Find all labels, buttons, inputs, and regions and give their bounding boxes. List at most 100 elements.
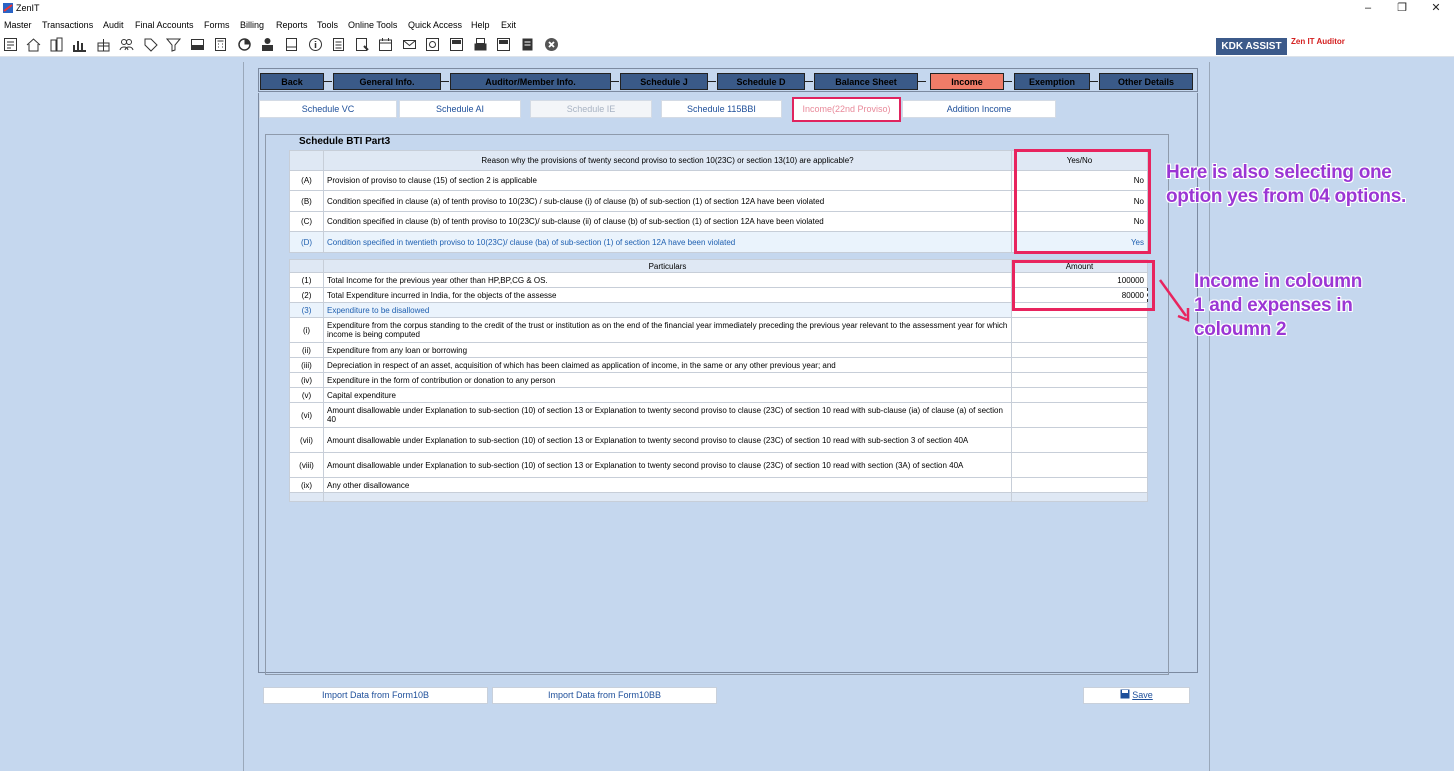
tag-icon[interactable]: [143, 37, 158, 52]
pie-icon[interactable]: [237, 37, 252, 52]
header-cell: [289, 259, 324, 273]
table-row: (ii) Expenditure from any loan or borrow…: [289, 342, 1148, 358]
import-form10bb-button[interactable]: Import Data from Form10BB: [492, 687, 717, 704]
gift-icon[interactable]: [96, 37, 111, 52]
footer-cell: [289, 492, 324, 502]
row-number: (C): [289, 211, 324, 232]
3cd-icon[interactable]: [496, 37, 511, 52]
calculator-icon[interactable]: [213, 37, 228, 52]
tab-separator: [1004, 81, 1012, 82]
ledger-icon[interactable]: [331, 37, 346, 52]
tab-balance-sheet[interactable]: Balance Sheet: [814, 73, 918, 90]
table-footer-row: [289, 492, 1148, 502]
row-text: Any other disallowance: [323, 477, 1012, 493]
row-text: Depreciation in respect of an asset, acq…: [323, 357, 1012, 373]
menu-quick-access[interactable]: Quick Access: [408, 20, 462, 30]
amount-input[interactable]: [1011, 387, 1148, 403]
subtab-schedule-vc[interactable]: Schedule VC: [259, 100, 397, 118]
tab-back[interactable]: Back: [260, 73, 324, 90]
home-icon[interactable]: [26, 37, 41, 52]
menu-master[interactable]: Master: [4, 20, 32, 30]
calendar-icon[interactable]: [378, 37, 393, 52]
menu-online-tools[interactable]: Online Tools: [348, 20, 397, 30]
menu-reports[interactable]: Reports: [276, 20, 308, 30]
reasons-header: Reason why the provisions of twenty seco…: [323, 150, 1012, 171]
menu-help[interactable]: Help: [471, 20, 490, 30]
close-button[interactable]: ✕: [1425, 1, 1447, 15]
menu-forms[interactable]: Forms: [204, 20, 230, 30]
tab-income[interactable]: Income: [930, 73, 1004, 90]
amount-input[interactable]: [1011, 452, 1148, 478]
row-number: (B): [289, 190, 324, 212]
row-number: (vii): [289, 427, 324, 453]
bar-chart-icon[interactable]: [72, 37, 87, 52]
row-number: (iv): [289, 372, 324, 388]
tab-general-info[interactable]: General Info.: [333, 73, 441, 90]
amount-input[interactable]: [1011, 317, 1148, 343]
row-text: Capital expenditure: [323, 387, 1012, 403]
receipt-icon[interactable]: [3, 37, 18, 52]
users-icon[interactable]: [119, 37, 134, 52]
menu-final-accounts[interactable]: Final Accounts: [135, 20, 194, 30]
save-button[interactable]: Save: [1083, 687, 1190, 704]
row-number: (2): [289, 287, 324, 303]
subtab-schedule-115bbi[interactable]: Schedule 115BBI: [661, 100, 782, 118]
close-circle-icon[interactable]: [544, 37, 559, 52]
refresh-icon[interactable]: [425, 37, 440, 52]
amount-input[interactable]: [1011, 477, 1148, 493]
annotation-arrow-icon: [1158, 279, 1190, 322]
tab-auditor-member-info[interactable]: Auditor/Member Info.: [450, 73, 611, 90]
table-row: (iii) Depreciation in respect of an asse…: [289, 357, 1148, 373]
subtab-income-22nd-proviso[interactable]: Income(22nd Proviso): [792, 97, 901, 122]
bs-icon[interactable]: [449, 37, 464, 52]
amount-input[interactable]: [1011, 342, 1148, 358]
footer-cell: [1011, 492, 1148, 502]
chart-doc-icon[interactable]: [355, 37, 370, 52]
menu-tools[interactable]: Tools: [317, 20, 338, 30]
menu-transactions[interactable]: Transactions: [42, 20, 93, 30]
filter-icon[interactable]: [166, 37, 181, 52]
import-form10b-button[interactable]: Import Data from Form10B: [263, 687, 488, 704]
menu-audit[interactable]: Audit: [103, 20, 124, 30]
subtab-addition-income[interactable]: Addition Income: [902, 100, 1056, 118]
income-annotation: Income in coloumn 1 and expenses in colo…: [1194, 271, 1363, 340]
kdk-assist-button[interactable]: KDK ASSIST: [1216, 38, 1287, 55]
menu-billing[interactable]: Billing: [240, 20, 264, 30]
tab-schedule-j[interactable]: Schedule J: [620, 73, 708, 90]
amount-input[interactable]: [1011, 372, 1148, 388]
minimize-button[interactable]: –: [1357, 1, 1379, 15]
amount-input[interactable]: [1011, 357, 1148, 373]
user-rupee-icon[interactable]: [260, 37, 275, 52]
tab-separator: [805, 81, 813, 82]
tab-schedule-d[interactable]: Schedule D: [717, 73, 805, 90]
subtab-schedule-ai[interactable]: Schedule AI: [399, 100, 521, 118]
tab-other-details[interactable]: Other Details: [1099, 73, 1193, 90]
yes-option-annotation: Here is also selecting one option yes fr…: [1166, 162, 1406, 207]
footer-cell: [323, 492, 1012, 502]
row-number: (iii): [289, 357, 324, 373]
restore-button[interactable]: ❐: [1391, 1, 1413, 15]
row-text: Expenditure from the corpus standing to …: [323, 317, 1012, 343]
header-cell: [289, 150, 324, 171]
tab-separator: [324, 81, 332, 82]
info-icon[interactable]: [308, 37, 323, 52]
tax-icon[interactable]: [190, 37, 205, 52]
row-text: Expenditure in the form of contribution …: [323, 372, 1012, 388]
tab-separator: [441, 81, 449, 82]
row-text: Total Expenditure incurred in India, for…: [323, 287, 1012, 303]
amount-input[interactable]: [1011, 402, 1148, 428]
zen-it-auditor-link[interactable]: Zen IT Auditor: [1291, 37, 1345, 46]
amount-input[interactable]: [1011, 427, 1148, 453]
tab-exemption[interactable]: Exemption: [1014, 73, 1090, 90]
tab-separator: [918, 81, 926, 82]
save-label: Save: [1132, 690, 1153, 700]
printer-icon[interactable]: [473, 37, 488, 52]
table-row: (viii) Amount disallowable under Explana…: [289, 452, 1148, 478]
report-icon[interactable]: [520, 37, 535, 52]
document-icon[interactable]: [284, 37, 299, 52]
menu-exit[interactable]: Exit: [501, 20, 516, 30]
mail-icon[interactable]: [402, 37, 417, 52]
tab-strip: Back General Info. Auditor/Member Info. …: [258, 68, 1198, 92]
building-icon[interactable]: [49, 37, 64, 52]
amount-highlight-box: [1012, 260, 1155, 311]
